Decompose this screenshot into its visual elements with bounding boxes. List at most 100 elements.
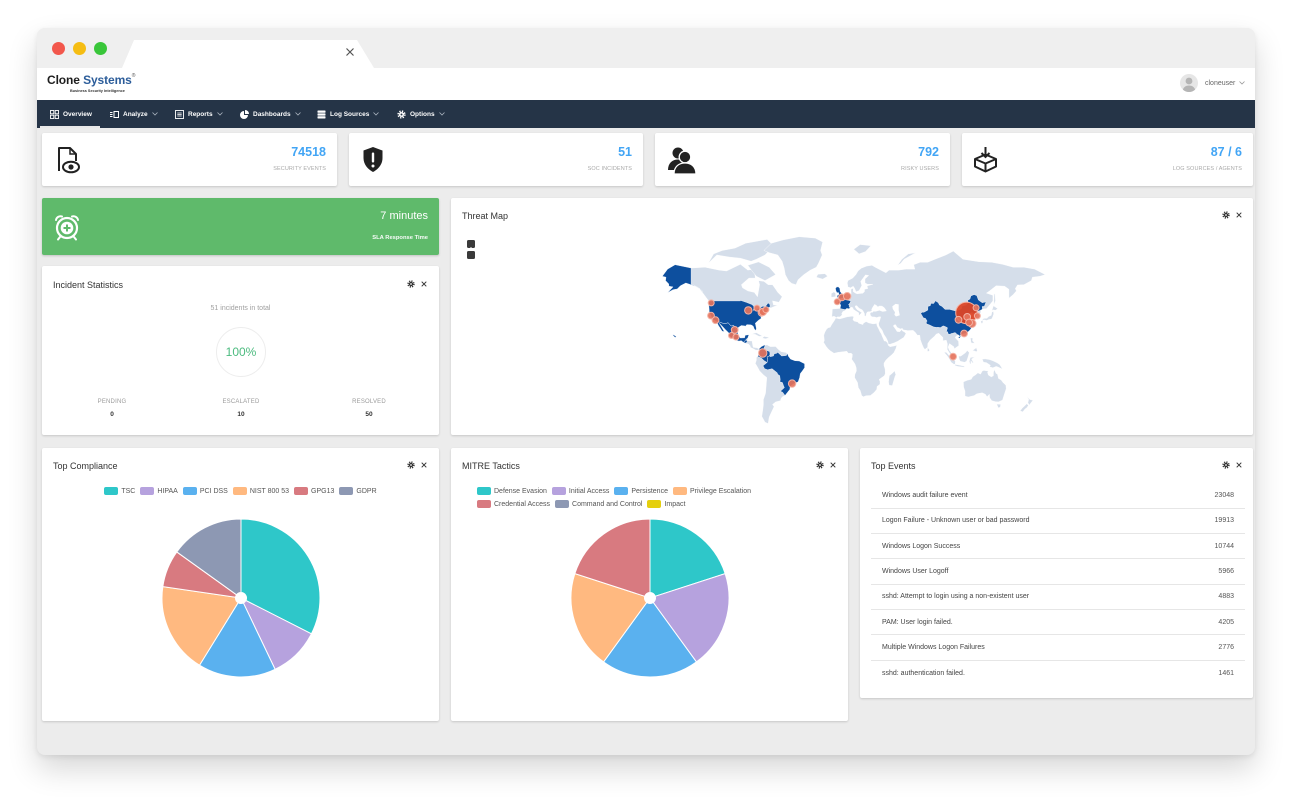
legend-swatch — [232, 487, 247, 495]
map-land-australia — [963, 368, 1007, 403]
map-land-hispaniola — [761, 336, 770, 340]
logo-text-systems: Systems — [83, 73, 132, 87]
card-title: Top Events — [871, 461, 916, 471]
threat-marker[interactable] — [711, 316, 720, 325]
nav-item-overview[interactable]: Overview — [40, 100, 100, 128]
event-count: 4883 — [1218, 593, 1234, 601]
map-zoom-in-button[interactable] — [467, 240, 475, 251]
browser-tab[interactable] — [122, 40, 374, 68]
nav-item-reports[interactable]: Reports — [175, 100, 223, 128]
event-row[interactable]: PAM: User login failed. 4205 — [871, 610, 1245, 636]
legend-item-initial-access[interactable]: Initial Access — [551, 487, 610, 495]
map-land-sakhalin — [993, 292, 996, 306]
world-map[interactable] — [451, 198, 1253, 435]
user-menu[interactable]: cloneuser — [1180, 74, 1246, 92]
nav-item-options[interactable]: Options — [397, 100, 445, 128]
legend-item-credential-access[interactable]: Credential Access — [477, 500, 550, 508]
legend-item-persistence[interactable]: Persistence — [614, 487, 668, 495]
legend-item-privilege-escalation[interactable]: Privilege Escalation — [672, 487, 751, 495]
compliance-pie-chart — [161, 518, 321, 678]
threat-marker[interactable] — [732, 333, 740, 341]
gear-icon[interactable] — [1222, 211, 1230, 219]
gear-icon[interactable] — [816, 461, 824, 469]
event-row[interactable]: Multiple Windows Logon Failures 2776 — [871, 635, 1245, 661]
minus-icon — [469, 259, 473, 261]
threat-marker[interactable] — [965, 318, 973, 327]
map-land-luzon — [970, 337, 976, 344]
stat-card-soc-incidents[interactable]: 51 SOC INCIDENTS — [349, 133, 643, 186]
sla-response-card[interactable]: 7 minutes SLA Response Time — [42, 198, 439, 255]
close-icon[interactable] — [830, 462, 836, 468]
threat-marker[interactable] — [954, 315, 963, 324]
threat-marker[interactable] — [833, 298, 841, 306]
event-row[interactable]: Windows audit failure event 23048 — [871, 484, 1245, 509]
stat-value: 74518 — [291, 145, 326, 159]
close-icon[interactable] — [345, 47, 355, 57]
card-tools — [816, 461, 836, 469]
threat-marker[interactable] — [744, 306, 753, 315]
close-icon[interactable] — [1236, 462, 1242, 468]
map-land-novaya-zemlya — [897, 252, 916, 266]
event-row[interactable]: Windows User Logoff 5966 — [871, 559, 1245, 585]
threat-marker[interactable] — [787, 379, 797, 388]
stat-card-log-sources[interactable]: 87 / 6 LOG SOURCES / AGENTS — [962, 133, 1253, 186]
event-row[interactable]: sshd: authentication failed. 1461 — [871, 661, 1245, 686]
event-count: 1461 — [1218, 669, 1234, 677]
threat-marker[interactable] — [973, 312, 981, 320]
stat-card-risky-users[interactable]: 792 RISKY USERS — [655, 133, 950, 186]
legend-item-defense-evasion[interactable]: Defense Evasion — [477, 487, 547, 495]
map-land-mindanao — [972, 347, 978, 353]
legend-label: HIPAA — [157, 487, 178, 495]
event-row[interactable]: Windows Logon Success 10744 — [871, 534, 1245, 560]
threat-marker[interactable] — [762, 306, 770, 314]
map-region-cn[interactable] — [957, 335, 962, 339]
sla-label: SLA Response Time — [372, 235, 428, 241]
map-land-new-guinea — [981, 358, 1004, 370]
close-icon[interactable] — [421, 462, 427, 468]
minimize-window-button[interactable] — [72, 41, 86, 55]
gear-icon[interactable] — [1222, 461, 1230, 469]
map-region-us[interactable] — [672, 334, 677, 338]
threat-marker[interactable] — [949, 352, 958, 361]
legend-item-nist-800-53[interactable]: NIST 800 53 — [232, 487, 289, 495]
legend-item-tsc[interactable]: TSC — [104, 487, 135, 495]
map-land-japan-hokkaido — [991, 305, 999, 312]
event-count: 23048 — [1214, 492, 1234, 500]
legend-item-hipaa[interactable]: HIPAA — [140, 487, 178, 495]
legend-item-gpg13[interactable]: GPG13 — [294, 487, 334, 495]
close-icon[interactable] — [421, 281, 427, 287]
legend-item-gdpr[interactable]: GDPR — [339, 487, 377, 495]
threat-marker[interactable] — [843, 292, 852, 301]
legend-swatch — [477, 487, 491, 495]
map-land-sulawesi — [969, 356, 976, 365]
threat-marker[interactable] — [972, 304, 980, 312]
legend-label: Initial Access — [568, 487, 610, 495]
event-count: 5966 — [1218, 568, 1234, 576]
nav-item-log-sources[interactable]: Log Sources — [317, 100, 380, 128]
event-count: 4205 — [1218, 618, 1234, 626]
gear-icon[interactable] — [407, 280, 415, 288]
map-land-tasmania — [996, 403, 1001, 409]
threat-marker[interactable] — [758, 348, 768, 358]
resolution-percent-ring: 100% — [216, 327, 266, 377]
map-land-nz-north — [1026, 396, 1034, 406]
event-row[interactable]: Logon Failure - Unknown user or bad pass… — [871, 509, 1245, 535]
legend-item-pci-dss[interactable]: PCI DSS — [182, 487, 228, 495]
document-eye-icon — [58, 147, 80, 174]
gear-icon[interactable] — [407, 461, 415, 469]
threat-marker[interactable] — [707, 299, 715, 307]
close-window-button[interactable] — [51, 41, 65, 55]
event-row[interactable]: sshd: Attempt to login using a non-exist… — [871, 585, 1245, 610]
maximize-window-button[interactable] — [93, 41, 107, 55]
close-icon[interactable] — [1236, 212, 1242, 218]
threat-map-card: Threat Map — [451, 198, 1253, 435]
nav-item-analyze[interactable]: Analyze — [110, 100, 158, 128]
stat-card-security-events[interactable]: 74518 SECURITY EVENTS — [42, 133, 337, 186]
legend-swatch — [551, 487, 566, 495]
nav-item-dashboards[interactable]: Dashboards — [240, 100, 301, 128]
chevron-down-icon — [294, 112, 301, 116]
users-icon — [668, 147, 697, 174]
map-zoom-out-button[interactable] — [467, 251, 475, 261]
threat-marker[interactable] — [960, 329, 968, 338]
logo[interactable]: Clone Systems® — [47, 73, 135, 87]
